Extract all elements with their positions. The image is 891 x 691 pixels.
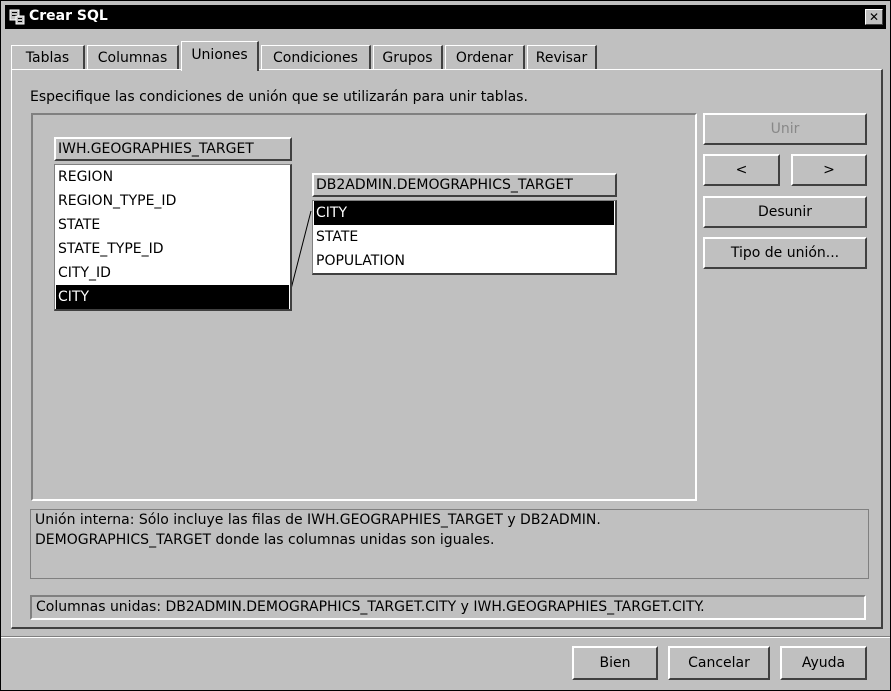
- close-button[interactable]: ✕: [865, 9, 883, 25]
- list-item-selected[interactable]: CITY: [314, 201, 614, 225]
- help-button[interactable]: Ayuda: [780, 646, 867, 680]
- ok-button[interactable]: Bien: [572, 646, 658, 680]
- column-list[interactable]: REGION REGION_TYPE_ID STATE STATE_TYPE_I…: [54, 164, 292, 311]
- unjoin-button[interactable]: Desunir: [703, 196, 867, 228]
- join-canvas[interactable]: IWH.GEOGRAPHIES_TARGET REGION REGION_TYP…: [31, 113, 697, 501]
- list-item[interactable]: STATE: [314, 225, 614, 249]
- table-header[interactable]: IWH.GEOGRAPHIES_TARGET: [54, 137, 292, 161]
- join-description-box: Unión interna: Sólo incluye las filas de…: [30, 509, 869, 579]
- join-button[interactable]: Unir: [703, 113, 867, 145]
- tab-condiciones[interactable]: Condiciones: [261, 45, 371, 69]
- table-header[interactable]: DB2ADMIN.DEMOGRAPHICS_TARGET: [312, 173, 617, 197]
- tab-grupos[interactable]: Grupos: [373, 45, 443, 69]
- table-demographics[interactable]: DB2ADMIN.DEMOGRAPHICS_TARGET CITY STATE …: [312, 173, 617, 275]
- cancel-button[interactable]: Cancelar: [668, 646, 770, 680]
- tab-uniones[interactable]: Uniones: [181, 41, 259, 71]
- next-join-button[interactable]: >: [791, 154, 867, 186]
- tab-ordenar[interactable]: Ordenar: [445, 45, 525, 69]
- sql-app-icon: [9, 9, 25, 25]
- join-type-button[interactable]: Tipo de unión...: [703, 237, 867, 269]
- prev-join-button[interactable]: <: [703, 154, 780, 186]
- dialog-window: Crear SQL ✕ Tablas Columnas Uniones Cond…: [0, 0, 891, 691]
- list-item-selected[interactable]: CITY: [56, 285, 289, 309]
- title-bar[interactable]: Crear SQL ✕: [5, 5, 886, 29]
- column-list[interactable]: CITY STATE POPULATION: [312, 200, 617, 275]
- window-title: Crear SQL: [29, 8, 108, 24]
- instructions-label: Especifique las condiciones de unión que…: [30, 89, 528, 105]
- list-item[interactable]: STATE_TYPE_ID: [56, 237, 289, 261]
- list-item[interactable]: REGION: [56, 165, 289, 189]
- table-geographies[interactable]: IWH.GEOGRAPHIES_TARGET REGION REGION_TYP…: [54, 137, 292, 311]
- tab-columnas[interactable]: Columnas: [87, 45, 179, 69]
- list-item[interactable]: REGION_TYPE_ID: [56, 189, 289, 213]
- close-icon: ✕: [868, 10, 880, 24]
- list-item[interactable]: CITY_ID: [56, 261, 289, 285]
- list-item[interactable]: STATE: [56, 213, 289, 237]
- footer-separator-highlight: [1, 637, 890, 638]
- join-description-line-2: DEMOGRAPHICS_TARGET donde las columnas u…: [35, 532, 495, 548]
- list-item[interactable]: POPULATION: [314, 249, 614, 273]
- tab-tablas[interactable]: Tablas: [11, 45, 85, 69]
- join-description-line-1: Unión interna: Sólo incluye las filas de…: [35, 512, 601, 528]
- joined-columns-field: Columnas unidas: DB2ADMIN.DEMOGRAPHICS_T…: [30, 595, 866, 620]
- tab-revisar[interactable]: Revisar: [527, 45, 597, 69]
- join-line: [289, 210, 312, 294]
